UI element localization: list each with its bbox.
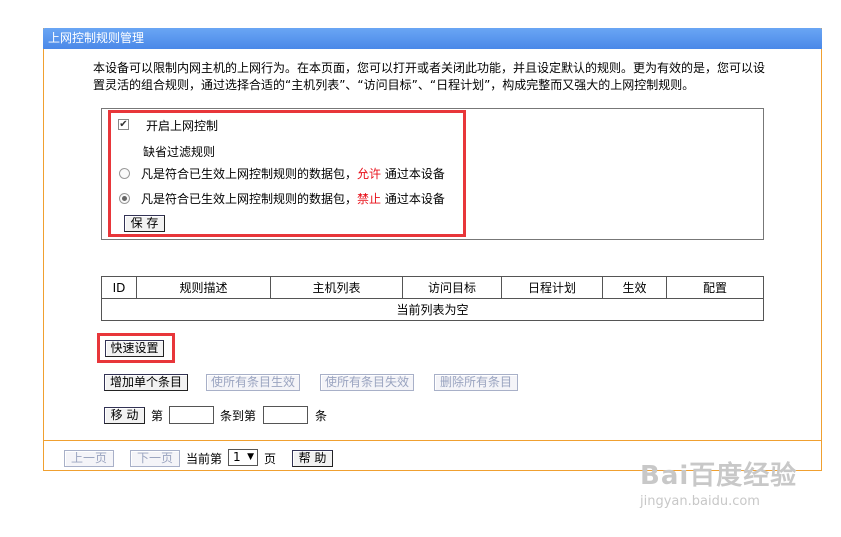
- deny-radio[interactable]: [119, 193, 130, 204]
- move-to-input[interactable]: [263, 406, 308, 424]
- col-description: 规则描述: [136, 276, 271, 299]
- move-unit-label: 条: [315, 409, 328, 423]
- move-button[interactable]: 移 动: [104, 407, 145, 424]
- radio-selected-dot: [122, 196, 127, 201]
- move-from-input[interactable]: [169, 406, 214, 424]
- save-button[interactable]: 保 存: [124, 215, 165, 232]
- rules-table: ID 规则描述 主机列表 访问目标 日程计划 生效 配置 当前列表为空: [101, 276, 764, 321]
- baidu-watermark: Bai百度经验 jingyan.baidu.com: [640, 455, 797, 509]
- enable-control-label: 开启上网控制: [146, 119, 219, 133]
- footer-divider: [43, 440, 822, 441]
- rules-panel: [43, 28, 822, 471]
- col-schedule: 日程计划: [501, 276, 603, 299]
- panel-title: 上网控制规则管理: [43, 28, 822, 49]
- col-id: ID: [101, 276, 137, 299]
- next-page-button[interactable]: 下一页: [130, 450, 180, 467]
- deny-option-text: 凡是符合已生效上网控制规则的数据包，禁止 通过本设备: [141, 190, 445, 207]
- help-button[interactable]: 帮 助: [292, 450, 333, 467]
- deny-option-suffix: 通过本设备: [384, 192, 445, 206]
- watermark-brand: Bai百度经验: [640, 461, 798, 491]
- page-select[interactable]: 1 ▼: [228, 449, 258, 466]
- move-from-label: 第: [151, 409, 164, 423]
- delete-all-button[interactable]: 删除所有条目: [434, 374, 518, 391]
- page-unit-label: 页: [264, 452, 277, 466]
- quick-setup-button[interactable]: 快速设置: [105, 340, 164, 357]
- allow-radio[interactable]: [119, 168, 130, 179]
- enable-control-checkbox[interactable]: ✔: [118, 119, 129, 130]
- col-enabled: 生效: [602, 276, 667, 299]
- allow-option-suffix: 通过本设备: [384, 167, 445, 181]
- empty-list-text: 当前列表为空: [101, 298, 764, 321]
- watermark-url: jingyan.baidu.com: [640, 494, 760, 509]
- move-to-label: 条到第: [220, 409, 257, 423]
- default-rule-label: 缺省过滤规则: [143, 145, 216, 159]
- add-single-entry-button[interactable]: 增加单个条目: [104, 374, 188, 391]
- col-host-list: 主机列表: [270, 276, 403, 299]
- current-page-label: 当前第: [186, 452, 223, 466]
- prev-page-button[interactable]: 上一页: [64, 450, 114, 467]
- allow-option-text: 凡是符合已生效上网控制规则的数据包，允许 通过本设备: [141, 165, 445, 182]
- table-empty-row: 当前列表为空: [101, 298, 764, 321]
- allow-option-prefix: 凡是符合已生效上网控制规则的数据包，: [141, 167, 358, 181]
- page-description: 本设备可以限制内网主机的上网行为。在本页面，您可以打开或者关闭此功能，并且设定默…: [93, 61, 766, 92]
- page-select-value: 1: [233, 450, 241, 464]
- allow-word: 允许: [357, 167, 382, 181]
- table-header-row: ID 规则描述 主机列表 访问目标 日程计划 生效 配置: [101, 276, 764, 299]
- deny-option-prefix: 凡是符合已生效上网控制规则的数据包，: [141, 192, 358, 206]
- disable-all-button[interactable]: 使所有条目失效: [320, 374, 414, 391]
- enable-all-button[interactable]: 使所有条目生效: [206, 374, 300, 391]
- chevron-down-icon: ▼: [247, 452, 254, 462]
- col-target: 访问目标: [402, 276, 502, 299]
- deny-word: 禁止: [357, 192, 382, 206]
- col-config: 配置: [666, 276, 764, 299]
